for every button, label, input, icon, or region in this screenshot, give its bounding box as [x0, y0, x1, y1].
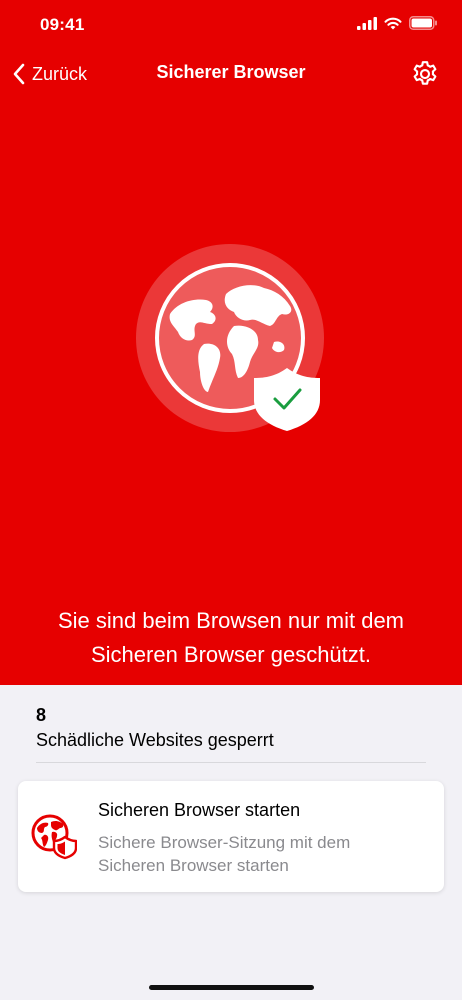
navigation-bar: Zurück Sicherer Browser: [0, 52, 462, 96]
status-bar: 09:41: [0, 0, 462, 50]
gear-icon[interactable]: [410, 59, 440, 89]
page-title: Sicherer Browser: [156, 62, 306, 82]
globe-shield-illustration: [136, 244, 324, 432]
signal-icon: [357, 16, 377, 30]
home-indicator: [149, 985, 314, 990]
status-time: 09:41: [40, 15, 85, 34]
start-secure-browser-card[interactable]: Sicheren Browser starten Sichere Browser…: [18, 781, 444, 892]
hero-section: 09:41 Zurück Sicherer Browser Sie sind b…: [0, 0, 462, 685]
globe-shield-icon: [31, 814, 77, 860]
blocked-count: 8: [36, 705, 47, 725]
battery-icon: [409, 16, 437, 30]
card-description: Sichere Browser-Sitzung mit dem Sicheren…: [98, 833, 351, 875]
blocked-label: Schädliche Websites gesperrt: [36, 730, 274, 750]
divider: [36, 762, 426, 763]
status-icons: [357, 16, 438, 30]
wifi-icon: [384, 17, 402, 29]
blocked-sites-stat: 8 Schädliche Websites gesperrt: [36, 705, 426, 751]
card-title: Sicheren Browser starten: [98, 800, 301, 820]
protection-message: Sie sind beim Browsen nur mit dem Sicher…: [57, 608, 405, 667]
